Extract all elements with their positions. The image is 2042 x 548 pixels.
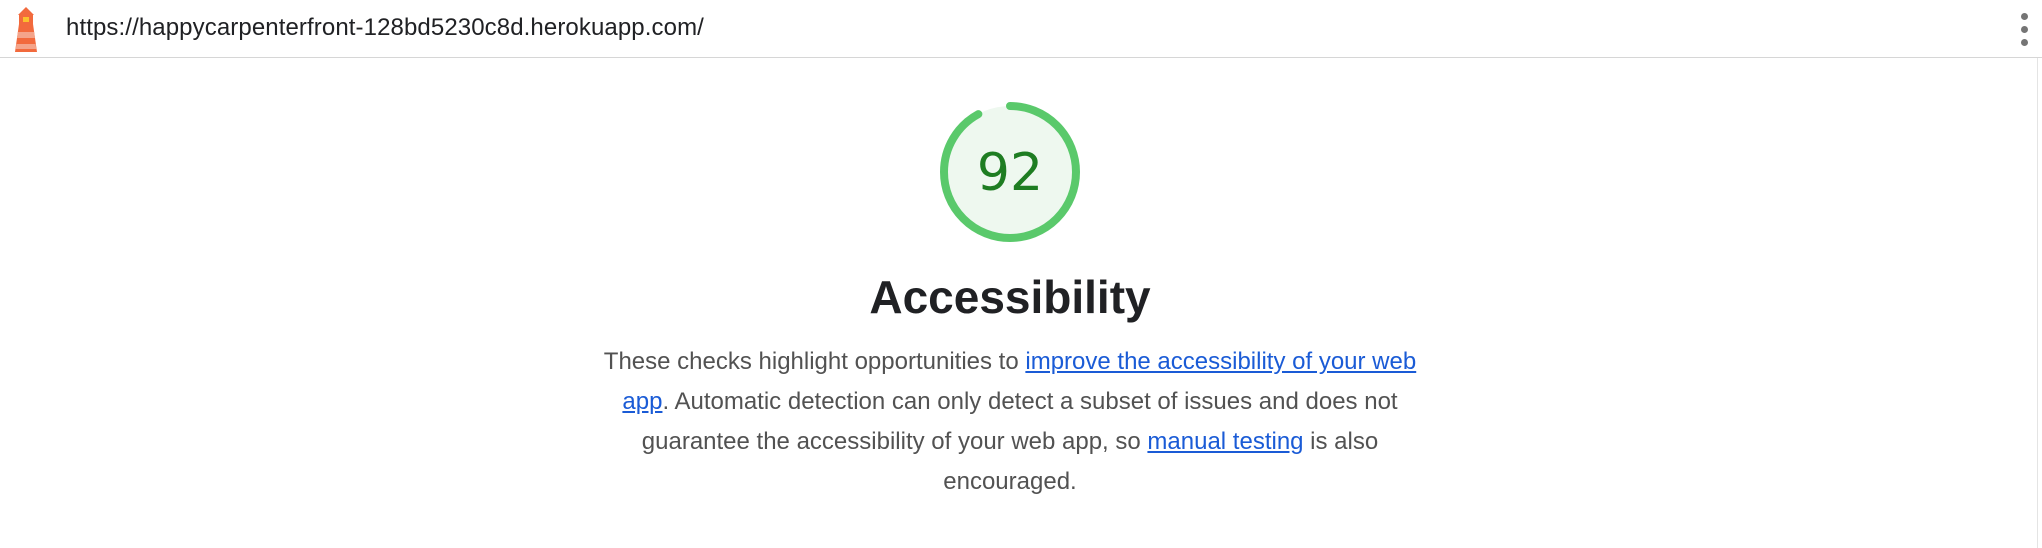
score-value: 92: [976, 143, 1044, 203]
lighthouse-icon: [15, 7, 37, 52]
manual-testing-link[interactable]: manual testing: [1147, 428, 1303, 455]
report-topbar: https://happycarpenterfront-128bd5230c8d…: [0, 0, 2042, 58]
category-title: Accessibility: [869, 271, 1151, 323]
category-description: These checks highlight opportunities to …: [602, 342, 1418, 502]
category-section: 92 Accessibility These checks highlight …: [0, 58, 2030, 548]
report-url: https://happycarpenterfront-128bd5230c8d…: [66, 14, 704, 41]
more-vertical-icon[interactable]: [2014, 8, 2034, 50]
description-text: These checks highlight opportunities to: [603, 348, 1026, 375]
scrollbar[interactable]: [2037, 58, 2042, 548]
